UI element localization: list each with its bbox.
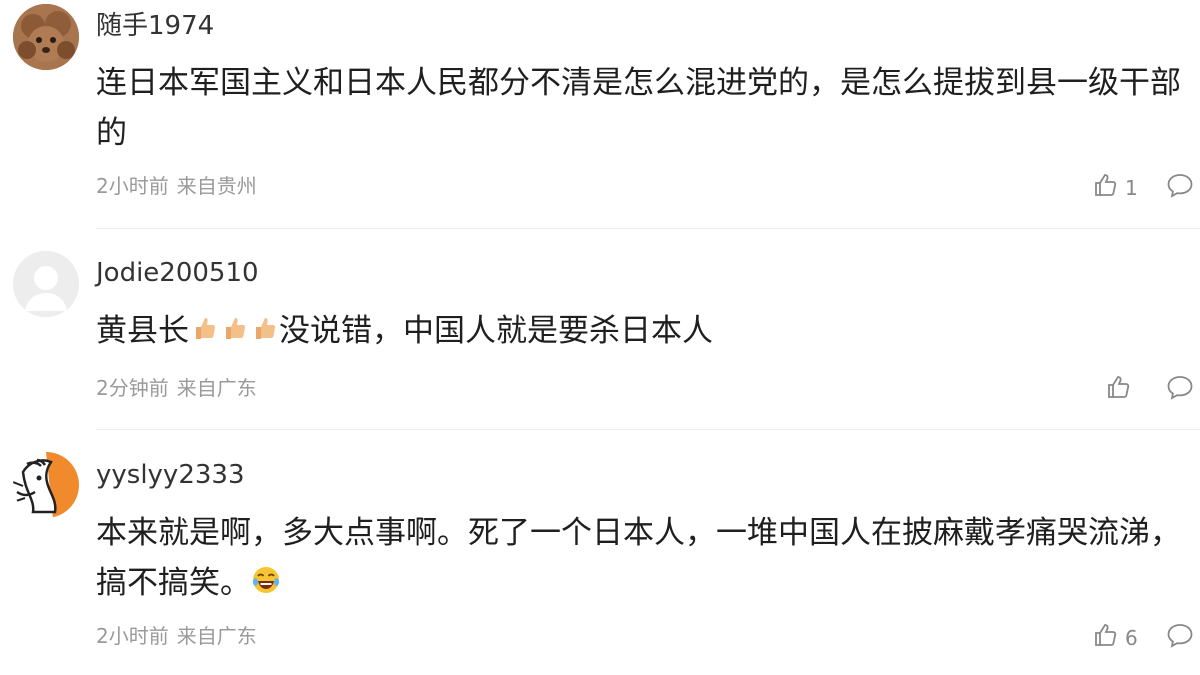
comment-meta: 2小时前 来自贵州 — [96, 173, 257, 199]
like-button[interactable] — [1106, 374, 1138, 405]
thumbs-up-icon — [249, 308, 279, 358]
comment-bubble-icon — [1166, 376, 1194, 404]
thumbs-up-outline-icon — [1106, 374, 1132, 405]
thumbs-up-outline-icon — [1093, 622, 1119, 653]
reply-button[interactable] — [1166, 172, 1194, 202]
laughing-tears-emoji — [251, 560, 281, 610]
reply-button[interactable] — [1166, 622, 1194, 652]
location: 来自贵州 — [176, 174, 257, 198]
comment-bubble-icon — [1166, 624, 1194, 652]
location: 来自广东 — [176, 376, 257, 400]
username[interactable]: 随手1974 — [96, 10, 214, 42]
like-button[interactable]: 6 — [1093, 622, 1138, 653]
avatar[interactable] — [13, 251, 79, 317]
comment-bubble-icon — [1166, 174, 1194, 202]
divider — [96, 228, 1200, 229]
comment-text: 黄县长 没说错，中国人就是要杀日本人 — [96, 306, 1191, 358]
thumbs-up-icon — [189, 308, 219, 358]
divider — [96, 429, 1200, 430]
location: 来自广东 — [176, 624, 257, 648]
comment-meta: 2小时前 来自广东 — [96, 623, 257, 649]
avatar[interactable] — [13, 4, 79, 70]
thumbs-up-outline-icon — [1093, 172, 1119, 203]
like-count: 1 — [1125, 175, 1138, 200]
comment-meta: 2分钟前 来自广东 — [96, 375, 257, 401]
reply-button[interactable] — [1166, 374, 1194, 404]
username[interactable]: Jodie200510 — [96, 257, 259, 289]
comment-text-part: 没说错，中国人就是要杀日本人 — [279, 313, 713, 349]
username[interactable]: yyslyy2333 — [96, 459, 244, 491]
comment-text: 连日本军国主义和日本人民都分不清是怎么混进党的，是怎么提拔到县一级干部的 — [96, 65, 1181, 151]
like-button[interactable]: 1 — [1093, 172, 1138, 203]
thumbs-up-icon — [219, 308, 249, 358]
like-count: 6 — [1125, 625, 1138, 650]
comment-text: 本来就是啊，多大点事啊。死了一个日本人，一堆中国人在披麻戴孝痛哭流涕，搞不搞笑。 — [96, 508, 1191, 610]
timestamp: 2分钟前 — [96, 376, 169, 400]
timestamp: 2小时前 — [96, 174, 169, 198]
comment-text-part: 黄县长 — [96, 313, 189, 349]
timestamp: 2小时前 — [96, 624, 169, 648]
avatar[interactable] — [13, 452, 79, 518]
